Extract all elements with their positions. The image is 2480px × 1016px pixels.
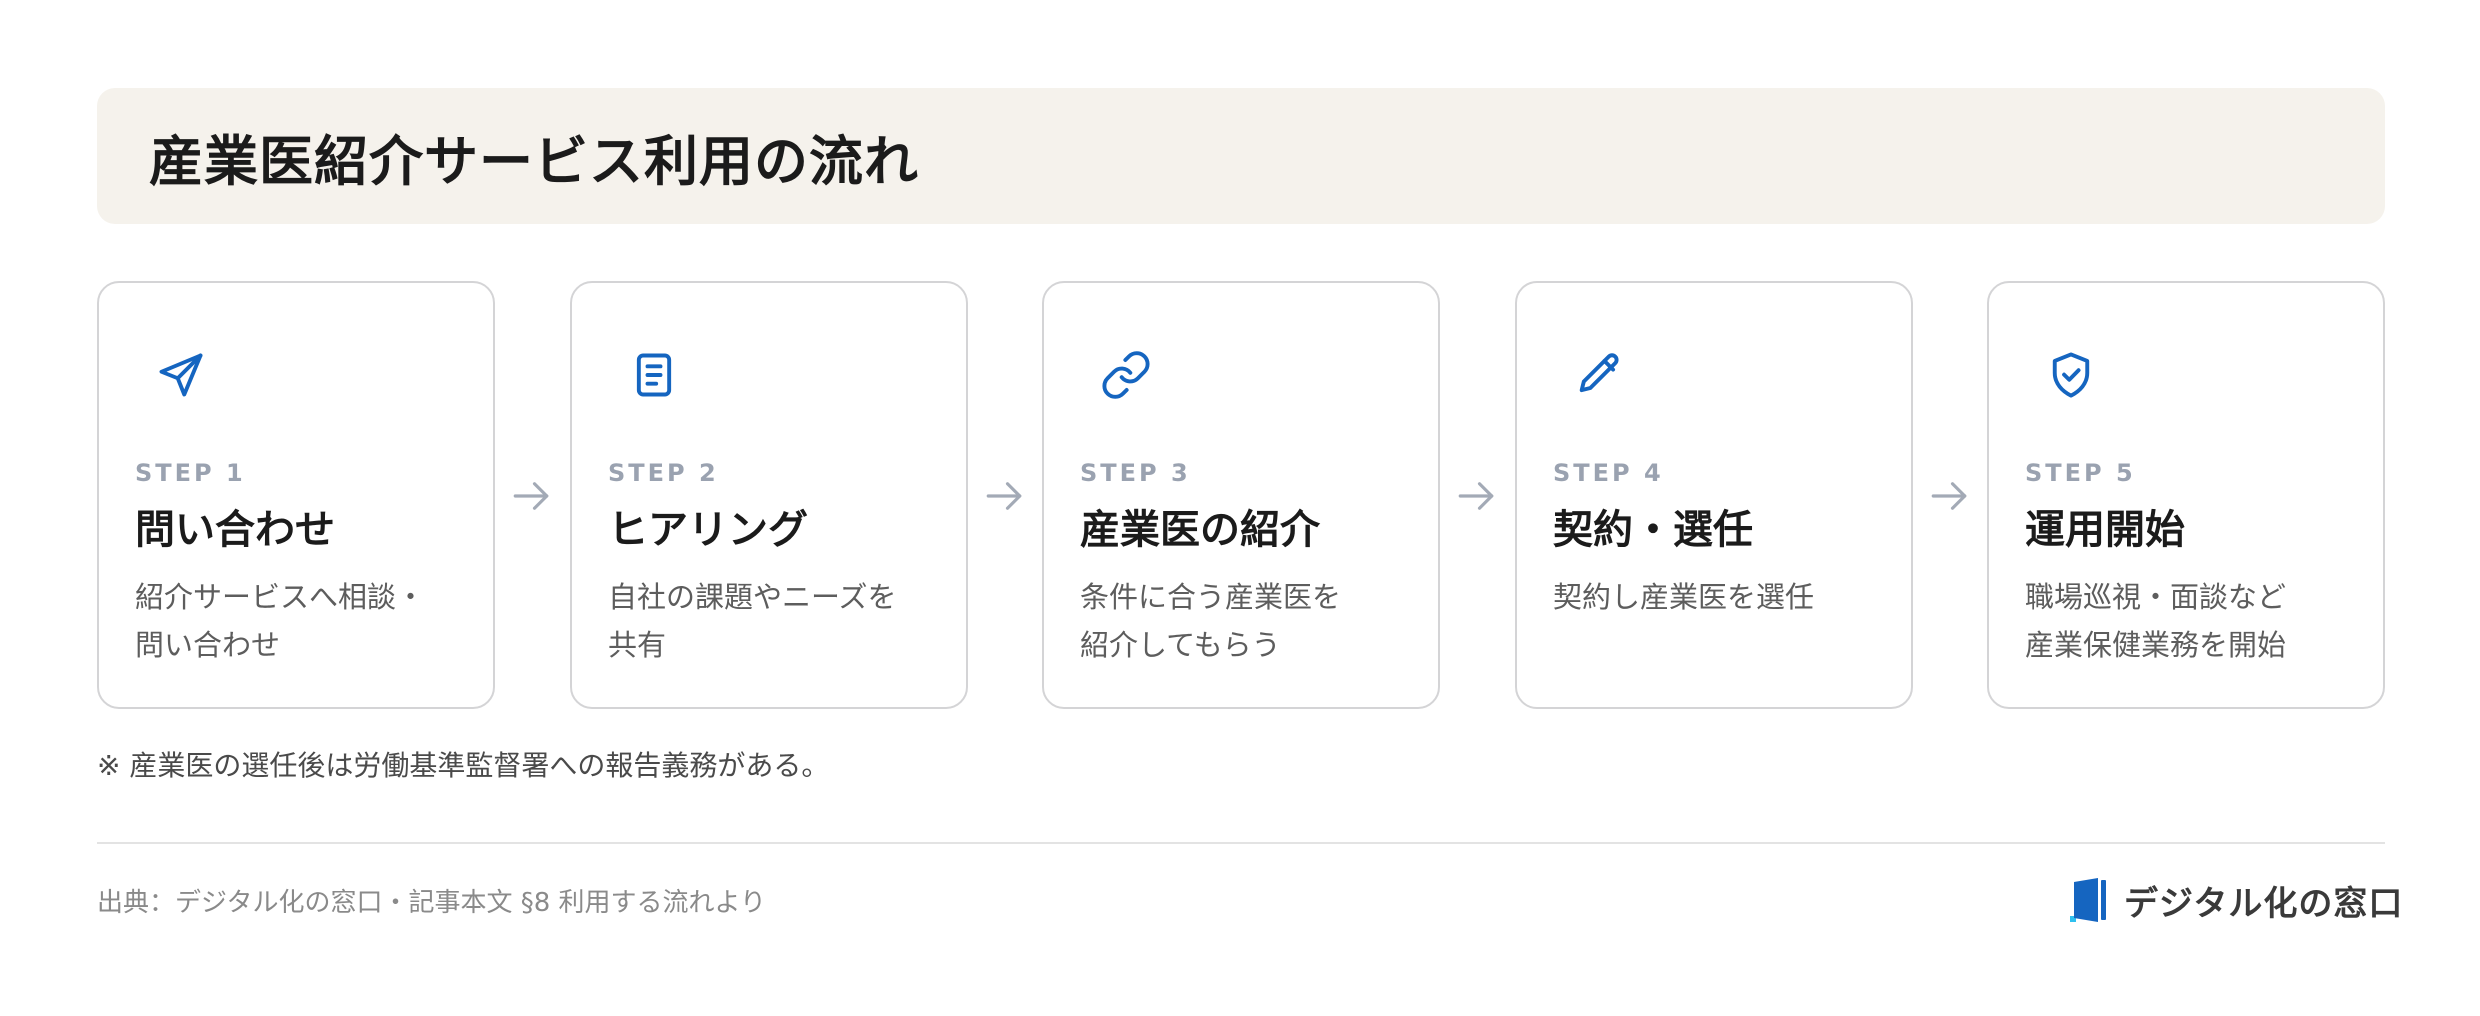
footer-divider [97, 842, 2385, 844]
step-description-line: 紹介してもらう [1080, 628, 1281, 662]
title-band: 産業医紹介サービス利用の流れ [97, 88, 2385, 224]
step-description: 自社の課題やニーズを 共有 [608, 573, 944, 669]
step-description-line: 契約し産業医を選任 [1553, 580, 1815, 614]
step-title: ヒアリング [608, 507, 808, 553]
steps-flow: STEP 1 問い合わせ 紹介サービスへ相談・ 問い合わせ STEP 2 ヒアリ… [97, 281, 2385, 709]
brand-name: デジタル化の窓口 [2124, 883, 2404, 924]
step-title: 運用開始 [2025, 507, 2185, 553]
page-title: 産業医紹介サービス利用の流れ [149, 129, 919, 193]
step-description-line: 共有 [608, 628, 667, 662]
step-card-3: STEP 3 産業医の紹介 条件に合う産業医を 紹介してもらう [1042, 281, 1440, 709]
step-card-1: STEP 1 問い合わせ 紹介サービスへ相談・ 問い合わせ [97, 281, 495, 709]
document-icon [628, 349, 680, 401]
shield-check-icon [2045, 349, 2097, 401]
step-label: STEP 1 [135, 459, 246, 487]
step-description: 契約し産業医を選任 [1553, 573, 1889, 621]
step-card-2: STEP 2 ヒアリング 自社の課題やニーズを 共有 [570, 281, 968, 709]
arrow-right-icon [1455, 475, 1497, 517]
step-label: STEP 3 [1080, 459, 1191, 487]
step-description-line: 紹介サービスへ相談・ [135, 580, 426, 614]
brand: デジタル化の窓口 [2068, 876, 2403, 924]
step-description-line: 自社の課題やニーズを [608, 580, 897, 614]
arrow-right-icon [983, 475, 1025, 517]
step-label: STEP 4 [1553, 459, 1664, 487]
step-description-line: 問い合わせ [135, 628, 281, 662]
send-icon [155, 349, 207, 401]
step-description-line: 職場巡視・面談など [2025, 580, 2287, 614]
arrow-right-icon [510, 475, 552, 517]
arrow-right-icon [1928, 475, 1970, 517]
step-title: 産業医の紹介 [1080, 507, 1320, 553]
step-card-5: STEP 5 運用開始 職場巡視・面談など 産業保健業務を開始 [1987, 281, 2385, 709]
step-description: 紹介サービスへ相談・ 問い合わせ [135, 573, 471, 669]
door-logo-icon [2068, 876, 2110, 924]
step-title: 契約・選任 [1553, 507, 1753, 553]
source-citation: 出典：デジタル化の窓口・記事本文 §8 利用する流れより [97, 888, 767, 918]
step-description: 条件に合う産業医を 紹介してもらう [1080, 573, 1416, 669]
step-description-line: 条件に合う産業医を [1080, 580, 1342, 614]
link-icon [1100, 349, 1152, 401]
step-label: STEP 5 [2025, 459, 2136, 487]
step-description-line: 産業保健業務を開始 [2025, 628, 2287, 662]
step-label: STEP 2 [608, 459, 719, 487]
pencil-icon [1573, 349, 1625, 401]
step-title: 問い合わせ [135, 507, 335, 553]
footnote: ※ 産業医の選任後は労働基準監督署への報告義務がある。 [97, 749, 830, 782]
step-card-4: STEP 4 契約・選任 契約し産業医を選任 [1515, 281, 1913, 709]
step-description: 職場巡視・面談など 産業保健業務を開始 [2025, 573, 2361, 669]
